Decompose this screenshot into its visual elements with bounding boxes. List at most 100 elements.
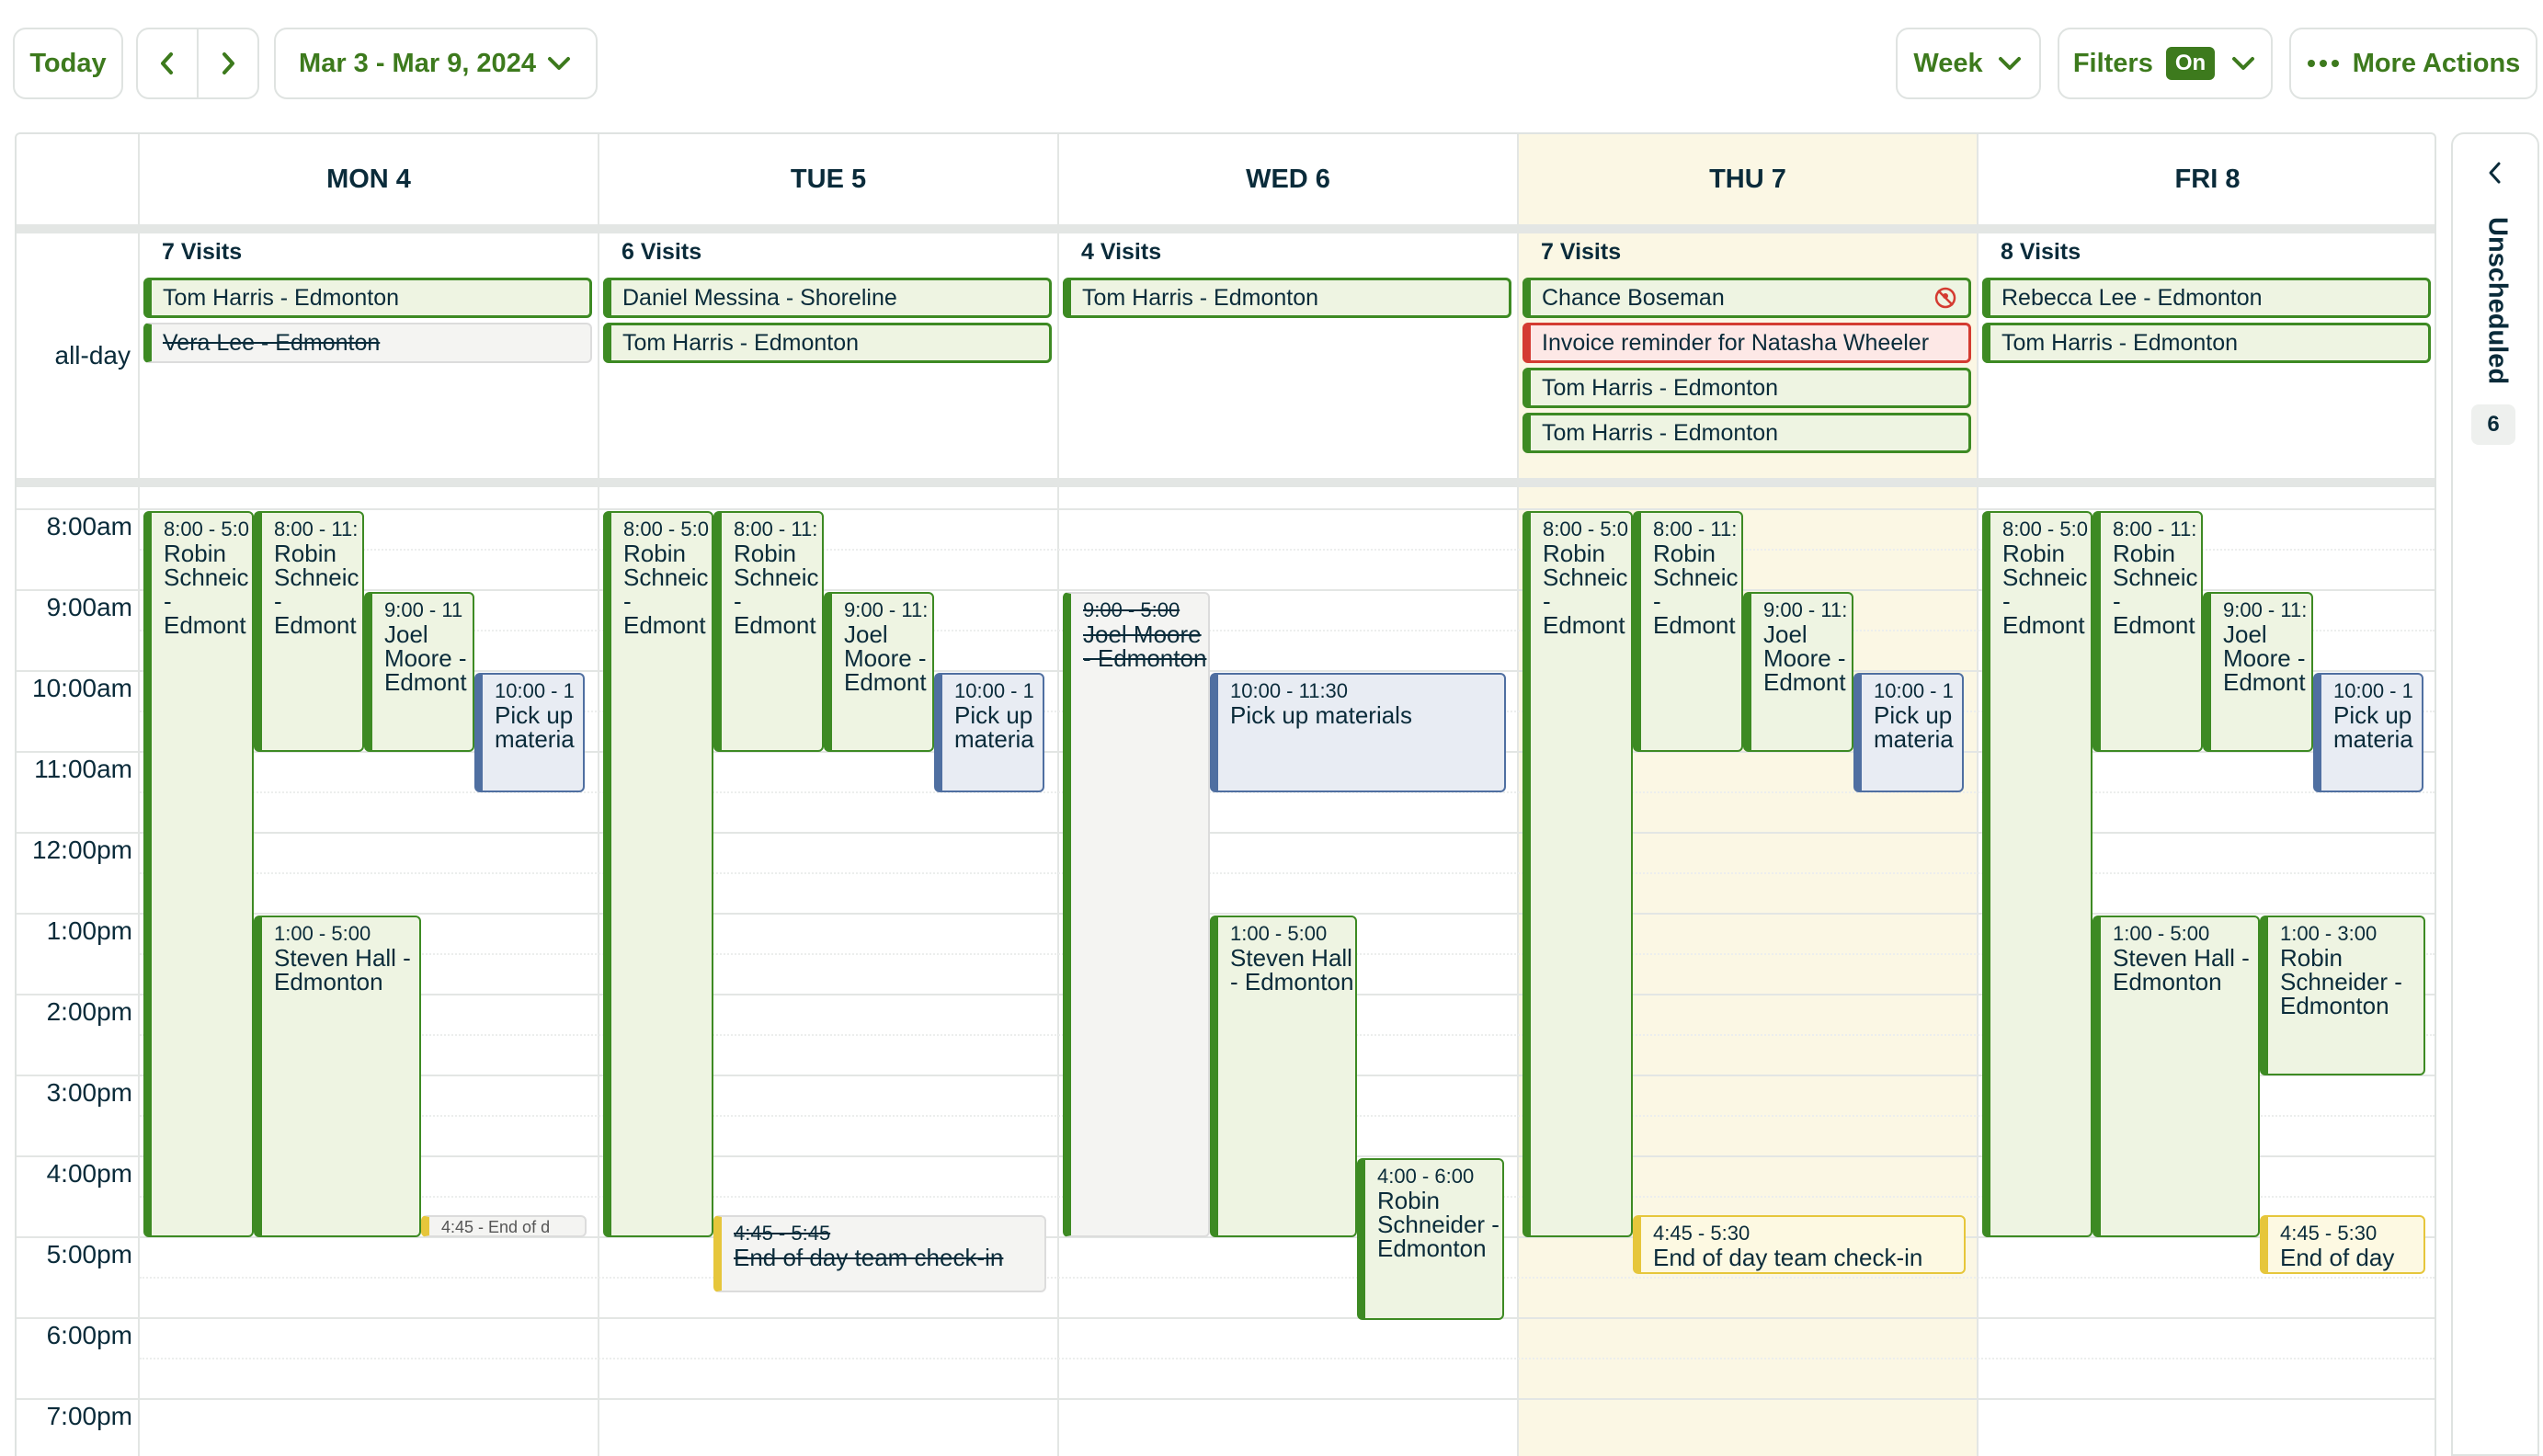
visit-event[interactable]: 8:00 - 5:0 Robin Schneic - Edmont — [1982, 511, 2093, 1237]
event-title: Robin Schneic - Edmont — [2002, 540, 2088, 639]
allday-event[interactable]: Chance Boseman — [1522, 278, 1971, 318]
event-time: 10:00 - 1 — [495, 679, 575, 702]
team-checkin-event[interactable]: 4:45 - 5:45 End of day team check-in — [713, 1215, 1046, 1292]
visit-event[interactable]: 9:00 - 11: Joel Moore - Edmont — [1743, 592, 1853, 752]
event-time: 10:00 - 1 — [954, 679, 1034, 702]
allday-event[interactable]: Tom Harris - Edmonton — [143, 278, 592, 318]
visit-event[interactable]: 8:00 - 11: Robin Schneic - Edmont — [254, 511, 364, 752]
allday-event[interactable]: Tom Harris - Edmonton — [1522, 413, 1971, 453]
today-button[interactable]: Today — [13, 28, 123, 99]
date-range-picker[interactable]: Mar 3 - Mar 9, 2024 — [274, 28, 598, 99]
event-title: Robin Schneic - Edmont — [274, 540, 359, 639]
event-title: Robin Schneic - Edmont — [623, 540, 709, 639]
event-title: Robin Schneic - Edmont — [2113, 540, 2198, 639]
hour-line — [17, 508, 2435, 510]
allday-event[interactable]: Tom Harris - Edmonton — [1982, 323, 2431, 363]
column-divider — [138, 134, 140, 1456]
all-day-label: all-day — [54, 341, 131, 370]
visits-count-tue: 6 Visits — [621, 239, 702, 265]
chevron-left-icon — [161, 52, 173, 74]
task-event[interactable]: 10:00 - 1 Pick up materia — [1853, 673, 1964, 792]
visit-event[interactable]: 8:00 - 11: Robin Schneic - Edmont — [2093, 511, 2203, 752]
visit-event[interactable]: 9:00 - 11: Joel Moore - Edmont — [824, 592, 934, 752]
column-divider — [1057, 134, 1059, 1456]
allday-event[interactable]: Rebecca Lee - Edmonton — [1982, 278, 2431, 318]
event-time: 1:00 - 5:00 — [274, 922, 371, 945]
view-selector[interactable]: Week — [1896, 28, 2041, 99]
event-time: 10:00 - 11:30 — [1230, 679, 1349, 702]
filters-label: Filters — [2072, 48, 2153, 78]
event-title: Robin Schneic - Edmont — [734, 540, 819, 639]
event-time: 8:00 - 5:0 — [164, 518, 249, 540]
event-title: Steven Hall - Edmonton — [274, 944, 411, 995]
team-checkin-event[interactable]: 4:45 - End of d — [421, 1215, 587, 1237]
allday-event[interactable]: Tom Harris - Edmonton — [1063, 278, 1511, 318]
visit-event[interactable]: 8:00 - 5:0 Robin Schneic - Edmont — [603, 511, 713, 1237]
unscheduled-assignee-icon — [1934, 287, 1956, 309]
task-event[interactable]: 10:00 - 1 Pick up materia — [474, 673, 585, 792]
team-checkin-event[interactable]: 4:45 - 5:30 End of day — [2260, 1215, 2425, 1274]
visit-event[interactable]: 4:00 - 6:00 Robin Schneider - Edmonton — [1357, 1158, 1504, 1320]
event-time: 9:00 - 11: — [2223, 598, 2308, 621]
time-label: 4:00pm — [46, 1159, 132, 1188]
allday-event[interactable]: Tom Harris - Edmonton — [603, 323, 1052, 363]
event-title: End of day team check-in — [1653, 1244, 1923, 1271]
allday-divider — [17, 478, 2435, 487]
event-title: Steven Hall - Edmonton — [1230, 944, 1354, 995]
next-week-button[interactable] — [197, 28, 259, 99]
allday-invoice-reminder[interactable]: Invoice reminder for Natasha Wheeler — [1522, 323, 1971, 363]
view-label: Week — [1913, 48, 1983, 78]
day-header-tue[interactable]: TUE 5 — [599, 134, 1057, 224]
team-checkin-event[interactable]: 4:45 - 5:30 End of day team check-in — [1633, 1215, 1966, 1274]
time-label: 3:00pm — [46, 1078, 132, 1107]
visit-event[interactable]: 8:00 - 11: Robin Schneic - Edmont — [713, 511, 824, 752]
allday-event-title: Tom Harris - Edmonton — [2001, 329, 2239, 356]
unscheduled-label: Unscheduled — [2482, 217, 2513, 385]
allday-event[interactable]: Daniel Messina - Shoreline — [603, 278, 1052, 318]
unscheduled-count-badge: 6 — [2471, 404, 2515, 445]
task-event[interactable]: 10:00 - 11:30 Pick up materials — [1210, 673, 1506, 792]
allday-event-cancelled[interactable]: Vera Lee - Edmonton — [143, 323, 592, 363]
event-title: Steven Hall - Edmonton — [2113, 944, 2250, 995]
visit-event[interactable]: 9:00 - 11: Joel Moore - Edmont — [2203, 592, 2313, 752]
visit-event-cancelled[interactable]: 9:00 - 5:00 Joel Moore - Edmonton — [1063, 592, 1210, 1237]
event-title: Pick up materials — [1230, 701, 1412, 729]
unscheduled-panel[interactable]: Unscheduled 6 — [2451, 132, 2539, 1456]
event-time: 8:00 - 5:0 — [2002, 518, 2088, 540]
visit-event[interactable]: 1:00 - 5:00 Steven Hall - Edmonton — [2093, 916, 2260, 1237]
day-header-wed[interactable]: WED 6 — [1059, 134, 1517, 224]
event-time: 8:00 - 11: — [734, 518, 818, 540]
task-event[interactable]: 10:00 - 1 Pick up materia — [934, 673, 1044, 792]
event-title: Robin Schneider - Edmonton — [1377, 1187, 1500, 1262]
event-time: 8:00 - 5:0 — [1543, 518, 1628, 540]
filters-button[interactable]: Filters On — [2058, 28, 2273, 99]
visit-event[interactable]: 8:00 - 5:0 Robin Schneic - Edmont — [143, 511, 254, 1237]
day-header-thu[interactable]: THU 7 — [1519, 134, 1977, 224]
visit-event[interactable]: 1:00 - 3:00 Robin Schneider - Edmonton — [2260, 916, 2425, 1075]
task-event[interactable]: 10:00 - 1 Pick up materia — [2313, 673, 2423, 792]
event-time: 8:00 - 11: — [1653, 518, 1738, 540]
visit-event[interactable]: 1:00 - 5:00 Steven Hall - Edmonton — [254, 916, 421, 1237]
event-time: 10:00 - 1 — [2333, 679, 2413, 702]
event-title: Joel Moore - Edmonton — [1083, 620, 1207, 672]
visit-event[interactable]: 8:00 - 11: Robin Schneic - Edmont — [1633, 511, 1743, 752]
event-time: 9:00 - 11 — [384, 598, 463, 621]
prev-week-button[interactable] — [136, 28, 199, 99]
visit-event[interactable]: 9:00 - 11 Joel Moore - Edmont — [364, 592, 474, 752]
event-time: 4:45 - 5:45 — [734, 1222, 831, 1245]
day-header-mon[interactable]: MON 4 — [140, 134, 598, 224]
visit-event[interactable]: 8:00 - 5:0 Robin Schneic - Edmont — [1522, 511, 1633, 1237]
allday-event[interactable]: Tom Harris - Edmonton — [1522, 368, 1971, 408]
filters-status-badge: On — [2165, 47, 2216, 80]
time-label: 12:00pm — [32, 836, 132, 864]
event-title: Pick up materia — [495, 701, 575, 753]
more-actions-button[interactable]: More Actions — [2289, 28, 2537, 99]
event-title: Joel Moore - Edmont — [384, 620, 467, 696]
day-header-fri[interactable]: FRI 8 — [1979, 134, 2435, 224]
allday-event-title: Invoice reminder for Natasha Wheeler — [1542, 329, 1930, 356]
allday-event-title: Rebecca Lee - Edmonton — [2001, 284, 2263, 311]
chevron-left-icon[interactable] — [2484, 160, 2506, 186]
visit-event[interactable]: 1:00 - 5:00 Steven Hall - Edmonton — [1210, 916, 1357, 1237]
allday-event-title: Vera Lee - Edmonton — [163, 329, 381, 356]
today-label: Today — [29, 48, 107, 78]
